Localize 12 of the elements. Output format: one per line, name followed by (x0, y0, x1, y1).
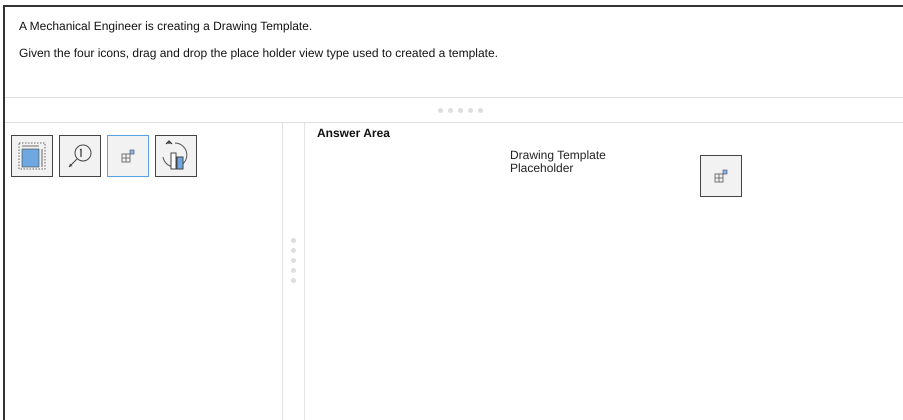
answer-area-title: Answer Area (317, 126, 391, 140)
grid-squares-icon (121, 149, 135, 163)
grid-squares-icon (714, 169, 728, 183)
drag-tile[interactable] (59, 135, 101, 177)
drag-tile[interactable] (107, 135, 149, 177)
target-label: Drawing Template Placeholder (510, 149, 607, 176)
drag-tile[interactable] (11, 135, 53, 177)
view-frame-icon (17, 141, 47, 171)
question-text: A Mechanical Engineer is creating a Drawing Template. (19, 19, 314, 33)
drop-target[interactable] (700, 155, 742, 197)
question-text: Given the four icons, drag and drop the place holder view type used to created a template. (19, 46, 499, 60)
drag-tile[interactable] (155, 135, 197, 177)
